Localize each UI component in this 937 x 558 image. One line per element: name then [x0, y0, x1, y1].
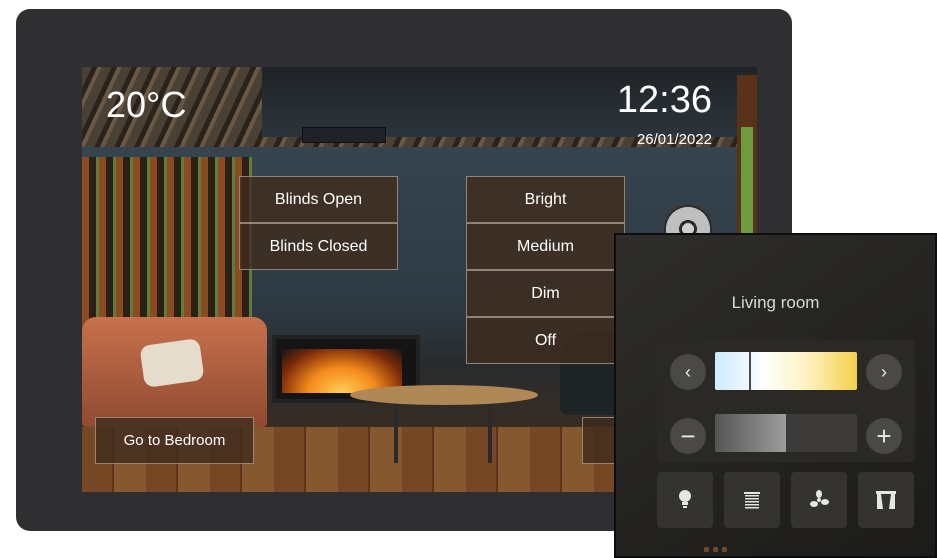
brightness-decrease-button[interactable]: − — [670, 418, 706, 454]
light-medium-button[interactable]: Medium — [466, 223, 625, 270]
light-off-button[interactable]: Off — [466, 317, 625, 364]
room-control-panel: Living room ‹ › − + — [614, 233, 937, 558]
fan-device-button[interactable] — [791, 472, 847, 528]
lightbulb-icon — [679, 490, 691, 508]
curtains-device-button[interactable] — [858, 472, 914, 528]
color-temp-prev-button[interactable]: ‹ — [670, 354, 706, 390]
curtains-icon — [876, 491, 896, 509]
table-legs — [394, 403, 492, 463]
color-temperature-slider[interactable] — [715, 352, 857, 390]
light-bright-button[interactable]: Bright — [466, 176, 625, 223]
lighting-controls: ‹ › − + — [657, 340, 915, 462]
chevron-right-icon: › — [881, 361, 887, 382]
page-dot — [713, 547, 718, 552]
page-dot — [704, 547, 709, 552]
page-dot — [722, 547, 727, 552]
chevron-left-icon: ‹ — [685, 361, 691, 382]
lights-device-button[interactable] — [657, 472, 713, 528]
blinds-icon — [744, 492, 760, 509]
room-title: Living room — [731, 293, 820, 312]
coffee-table — [350, 385, 538, 405]
brightness-increase-button[interactable]: + — [866, 418, 902, 454]
color-temp-next-button[interactable]: › — [866, 354, 902, 390]
brightness-slider[interactable] — [715, 414, 857, 452]
go-to-bedroom-button[interactable]: Go to Bedroom — [95, 417, 254, 464]
clock-time: 12:36 — [616, 79, 712, 121]
page-indicator — [704, 547, 744, 553]
blinds-closed-button[interactable]: Blinds Closed — [239, 223, 398, 270]
clock-date: 26/01/2022 — [636, 131, 712, 148]
color-temperature-handle[interactable] — [749, 352, 751, 390]
pillow — [139, 338, 205, 388]
light-dim-button[interactable]: Dim — [466, 270, 625, 317]
fan-icon — [810, 490, 829, 507]
minus-icon: − — [680, 420, 696, 451]
blinds-open-button[interactable]: Blinds Open — [239, 176, 398, 223]
blinds-device-button[interactable] — [724, 472, 780, 528]
temperature-readout: 20°C — [106, 84, 187, 125]
panel-surface: Living room ‹ › − + — [616, 235, 935, 556]
brightness-fill — [715, 414, 786, 452]
plus-icon: + — [876, 420, 892, 451]
wall-vent — [302, 127, 386, 143]
